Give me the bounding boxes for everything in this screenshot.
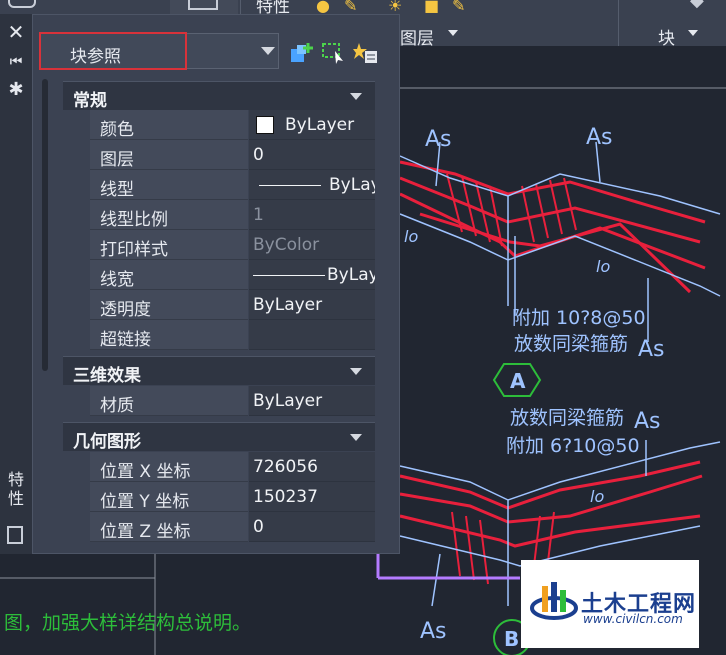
prop-row-plot-style[interactable]: 打印样式 ByColor <box>63 230 375 260</box>
selector-highlight-box <box>39 32 187 70</box>
prop-row-position-x[interactable]: 位置 X 坐标 726056 <box>63 452 375 482</box>
block-dropdown-icon[interactable] <box>688 30 698 36</box>
gear-icon[interactable]: ✱ <box>6 80 26 100</box>
quick-select-icon[interactable] <box>353 41 379 65</box>
prop-value: ByLayer <box>285 115 355 135</box>
prop-value: ByLayer <box>253 391 323 411</box>
match-properties-icon[interactable]: ✎ <box>344 0 357 15</box>
as-label: As <box>586 125 613 150</box>
prop-row-lineweight[interactable]: 线宽 ByLayer <box>63 260 375 290</box>
prop-name: 打印样式 <box>100 240 168 260</box>
sun-icon[interactable]: ☀ <box>388 0 402 15</box>
collapse-icon[interactable] <box>350 434 362 441</box>
section-title: 三维效果 <box>73 366 141 386</box>
prop-name: 位置 Z 坐标 <box>100 522 191 542</box>
collapse-icon[interactable] <box>350 93 362 100</box>
prop-value: ByLayer <box>253 295 323 315</box>
note-text: 放数同梁箍筋 <box>510 407 624 429</box>
prop-name: 图层 <box>100 150 134 170</box>
note-text: 附加 10?8@50 <box>512 307 646 329</box>
watermark-url: www.civilcn.com <box>583 612 683 626</box>
prop-value: 0 <box>253 517 264 537</box>
prop-name: 位置 Y 坐标 <box>100 492 190 512</box>
chevron-down-icon[interactable] <box>261 47 275 55</box>
prop-row-layer[interactable]: 图层 0 <box>63 140 375 170</box>
prop-value: 0 <box>253 145 264 165</box>
prop-row-transparency[interactable]: 透明度 ByLayer <box>63 290 375 320</box>
prop-name: 材质 <box>100 396 134 416</box>
palette-scrollbar[interactable] <box>42 79 48 371</box>
prop-name: 线型 <box>100 180 134 200</box>
note-text: 放数同梁箍筋 <box>514 333 628 355</box>
prop-value: ByColor <box>253 235 320 255</box>
drawing-bottom-note: 图，加强大样详结构总说明。 <box>4 612 252 634</box>
collapse-icon[interactable] <box>350 368 362 375</box>
prop-value: ByLayer <box>327 265 375 285</box>
lo-label: lo <box>596 257 610 276</box>
note-text: 附加 6?10@50 <box>506 435 640 457</box>
linetype-sample <box>259 185 321 186</box>
close-icon[interactable]: ✕ <box>6 22 26 42</box>
prop-value: 150237 <box>253 487 318 507</box>
palette-title-strip: ✕ ⏮ ✱ 特性 <box>0 14 32 554</box>
as-label: As <box>420 619 447 644</box>
axis-marker-a-label: A <box>510 369 526 393</box>
prop-row-material[interactable]: 材质 ByLayer <box>63 386 375 416</box>
top-rebar-detail <box>399 160 706 294</box>
lineweight-sample <box>253 275 325 276</box>
block-icon[interactable]: ◆ <box>690 0 704 11</box>
palette-icon[interactable] <box>7 526 23 544</box>
table-icon <box>188 0 218 10</box>
watermark-logo: 土木工程网 www.civilcn.com <box>521 560 699 648</box>
prop-row-hyperlink[interactable]: 超链接 <box>63 320 375 350</box>
prop-name: 超链接 <box>100 330 151 350</box>
select-objects-icon[interactable] <box>321 41 347 65</box>
bulb-icon[interactable]: ● <box>316 0 330 15</box>
layer-tool-icon[interactable]: ✎ <box>452 0 465 15</box>
section-geometry[interactable]: 几何图形 <box>63 422 375 452</box>
prop-row-linetype-scale[interactable]: 线型比例 1 <box>63 200 375 230</box>
prop-row-position-z[interactable]: 位置 Z 坐标 0 <box>63 512 375 542</box>
color-swatch <box>256 116 274 134</box>
properties-palette: 块参照 常规 颜色 ByLayer 图层 0 线型 ByLayer 线型比例 1 <box>32 14 400 554</box>
as-label: As <box>638 337 665 362</box>
as-label: As <box>634 409 661 434</box>
prop-row-color[interactable]: 颜色 ByLayer <box>63 110 375 140</box>
lo-label: lo <box>404 227 418 246</box>
palette-vertical-title: 特性 <box>7 470 24 508</box>
toggle-pickadd-icon[interactable] <box>289 41 315 65</box>
app-menu-icon[interactable] <box>8 0 36 8</box>
prop-value: 1 <box>253 205 264 225</box>
prop-name: 线型比例 <box>100 210 168 230</box>
prop-value: 726056 <box>253 457 318 477</box>
prop-row-linetype[interactable]: 线型 ByLayer <box>63 170 375 200</box>
section-general[interactable]: 常规 <box>63 81 375 111</box>
section-title: 常规 <box>73 91 107 111</box>
globe-logo-icon <box>530 582 578 620</box>
prop-name: 线宽 <box>100 270 134 290</box>
section-3d-effects[interactable]: 三维效果 <box>63 356 375 386</box>
axis-marker-b-label: B <box>504 627 519 651</box>
as-label: As <box>425 127 452 152</box>
lock-icon[interactable]: ■ <box>424 0 439 15</box>
prop-name: 位置 X 坐标 <box>100 462 191 482</box>
auto-hide-icon[interactable]: ⏮ <box>6 52 26 72</box>
prop-name: 颜色 <box>100 120 134 140</box>
prop-value: ByLayer <box>329 175 375 195</box>
prop-row-position-y[interactable]: 位置 Y 坐标 150237 <box>63 482 375 512</box>
prop-name: 透明度 <box>100 300 151 320</box>
lo-label: lo <box>590 487 604 506</box>
section-title: 几何图形 <box>73 432 141 452</box>
layers-dropdown-icon[interactable] <box>448 30 458 36</box>
